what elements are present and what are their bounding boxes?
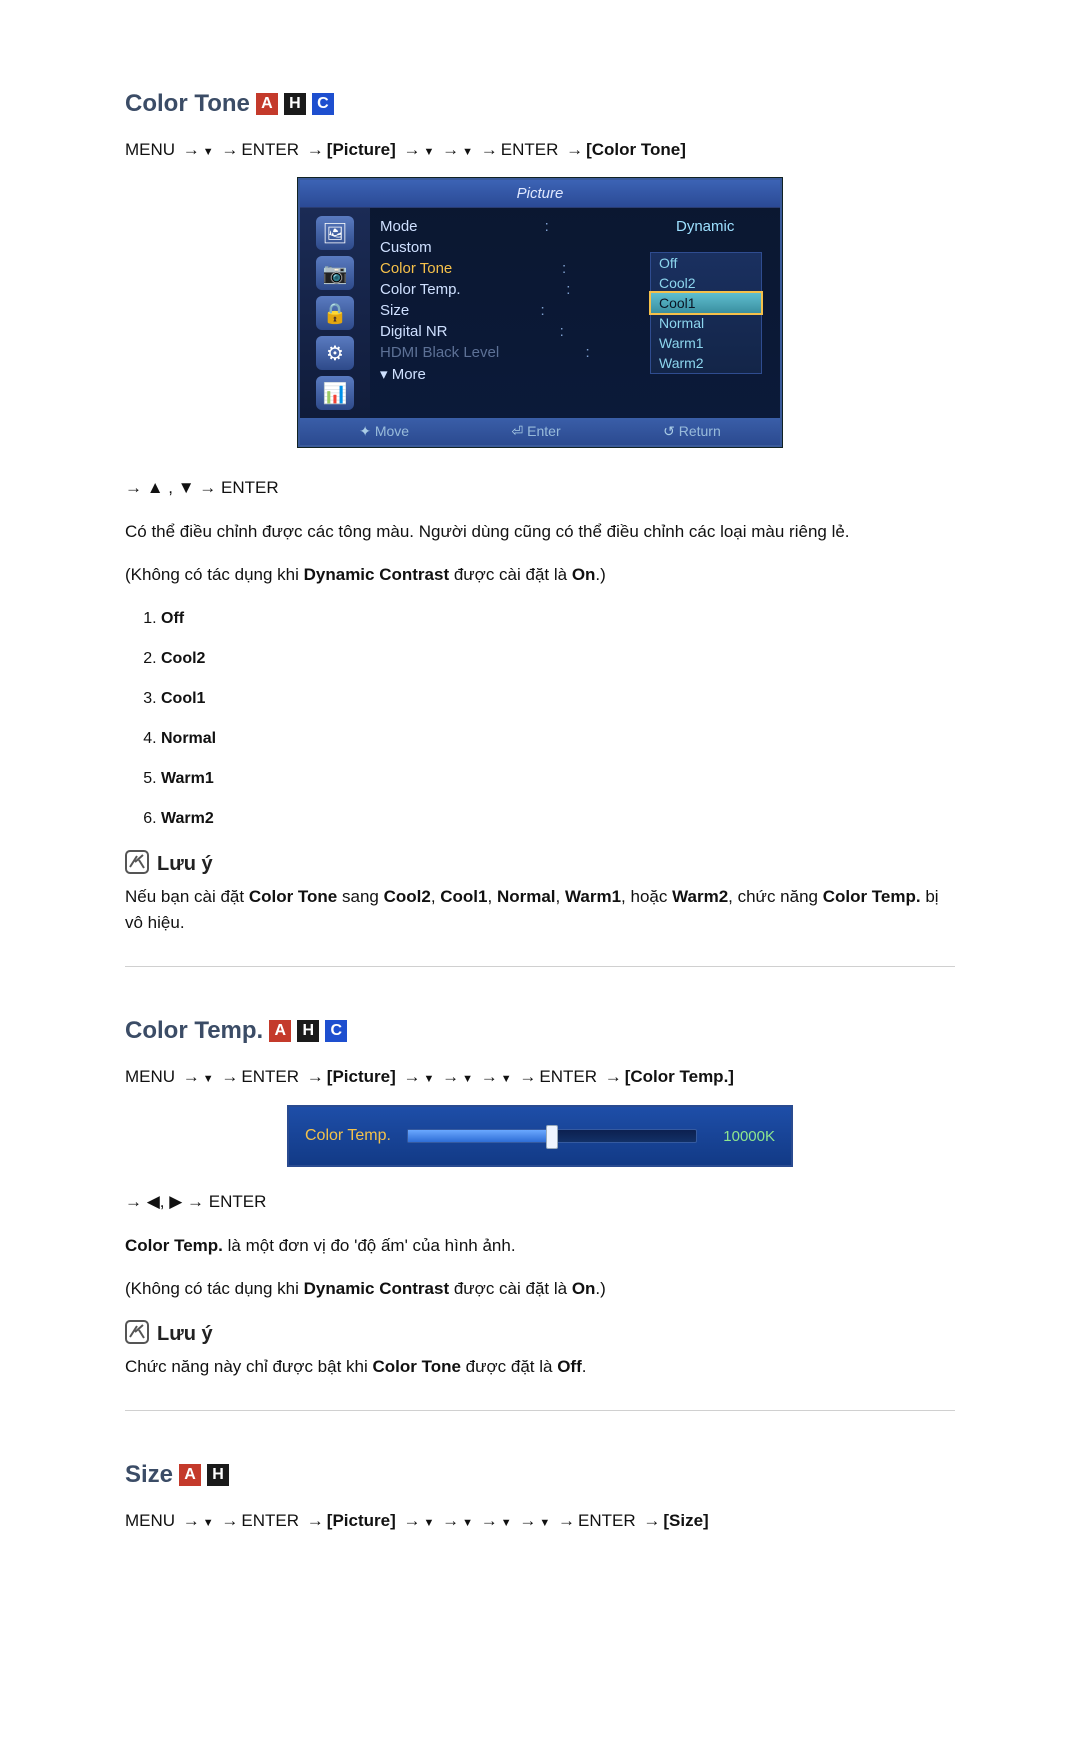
list-item: Warm2 [161, 810, 955, 828]
slider-label: Color Temp. [305, 1127, 391, 1145]
osd-option: Normal [651, 313, 761, 333]
osd-picture-menu: Picture 🖼 📷 🔒 ⚙ 📊 Mode: Dynamic Custom C… [298, 178, 782, 447]
nav-path-size: MENU → →ENTER →[Picture] → → → → →ENTER … [125, 1511, 955, 1531]
list-item: Off [161, 610, 955, 628]
section-title-color-temp: Color Temp. A H C [125, 1017, 955, 1045]
osd-option-selected: Cool1 [651, 293, 761, 313]
osd-color-tone-dropdown: Off Cool2 Cool1 Normal Warm1 Warm2 [650, 252, 762, 374]
osd-footer-enter: ⏎ Enter [512, 423, 561, 440]
osd-option: Warm1 [651, 333, 761, 353]
osd-sidebar: 🖼 📷 🔒 ⚙ 📊 [300, 208, 370, 418]
badge-c-icon: C [325, 1020, 347, 1042]
divider [125, 1410, 955, 1411]
title-text: Color Tone [125, 90, 250, 118]
desc-color-tone: Có thể điều chỉnh được các tông màu. Ngư… [125, 519, 955, 545]
osd-picture-icon: 🖼 [316, 216, 354, 250]
badge-a-icon: A [269, 1020, 291, 1042]
badge-h-icon: H [297, 1020, 319, 1042]
badge-h-icon: H [284, 93, 306, 115]
osd-setup-icon: ⚙ [316, 336, 354, 370]
section-title-color-tone: Color Tone A H C [125, 90, 955, 118]
osd-option: Warm2 [651, 353, 761, 373]
title-text: Size [125, 1461, 173, 1489]
badge-h-icon: H [207, 1464, 229, 1486]
desc-color-temp: Color Temp. là một đơn vị đo 'độ ấm' của… [125, 1233, 955, 1259]
list-item: Cool1 [161, 690, 955, 708]
note-icon [125, 850, 149, 880]
osd-option: Off [651, 253, 761, 273]
osd-color-temp-slider: Color Temp. 10000K [287, 1105, 793, 1167]
osd-sound-icon: 📷 [316, 256, 354, 290]
dynamic-contrast-note-1: (Không có tác dụng khi Dynamic Contrast … [125, 562, 955, 588]
note-heading-1: Lưu ý [125, 850, 955, 880]
note-icon [125, 1320, 149, 1350]
osd-footer-move: ✦ Move [359, 423, 409, 440]
note-body-1: Nếu bạn cài đặt Color Tone sang Cool2, C… [125, 884, 955, 937]
badge-a-icon: A [256, 93, 278, 115]
section-title-size: Size A H [125, 1461, 955, 1489]
badge-a-icon: A [179, 1464, 201, 1486]
list-item: Normal [161, 730, 955, 748]
slider-track [407, 1129, 697, 1143]
osd-title: Picture [300, 180, 780, 208]
post-nav-color-tone: → ▲ , ▼ → ENTER [125, 475, 955, 501]
osd-row-mode: Mode: Dynamic [380, 216, 766, 237]
osd-option: Cool2 [651, 273, 761, 293]
list-item: Cool2 [161, 650, 955, 668]
badge-c-icon: C [312, 93, 334, 115]
nav-path-color-temp: MENU → →ENTER →[Picture] → → → →ENTER →[… [125, 1067, 955, 1087]
post-nav-color-temp: → ◀, ▶ → ENTER [125, 1189, 955, 1215]
osd-multi-icon: 📊 [316, 376, 354, 410]
slider-thumb-icon [546, 1125, 558, 1149]
note-body-2: Chức năng này chỉ được bật khi Color Ton… [125, 1354, 955, 1380]
slider-value: 10000K [713, 1128, 775, 1145]
dynamic-contrast-note-2: (Không có tác dụng khi Dynamic Contrast … [125, 1276, 955, 1302]
divider [125, 966, 955, 967]
list-item: Warm1 [161, 770, 955, 788]
color-tone-options-list: Off Cool2 Cool1 Normal Warm1 Warm2 [161, 610, 955, 828]
note-heading-2: Lưu ý [125, 1320, 955, 1350]
osd-footer-return: ↺ Return [663, 423, 721, 440]
osd-settings-icon: 🔒 [316, 296, 354, 330]
title-text: Color Temp. [125, 1017, 263, 1045]
nav-path-color-tone: MENU → →ENTER →[Picture] → → →ENTER →[Co… [125, 140, 955, 160]
osd-footer: ✦ Move ⏎ Enter ↺ Return [300, 418, 780, 445]
